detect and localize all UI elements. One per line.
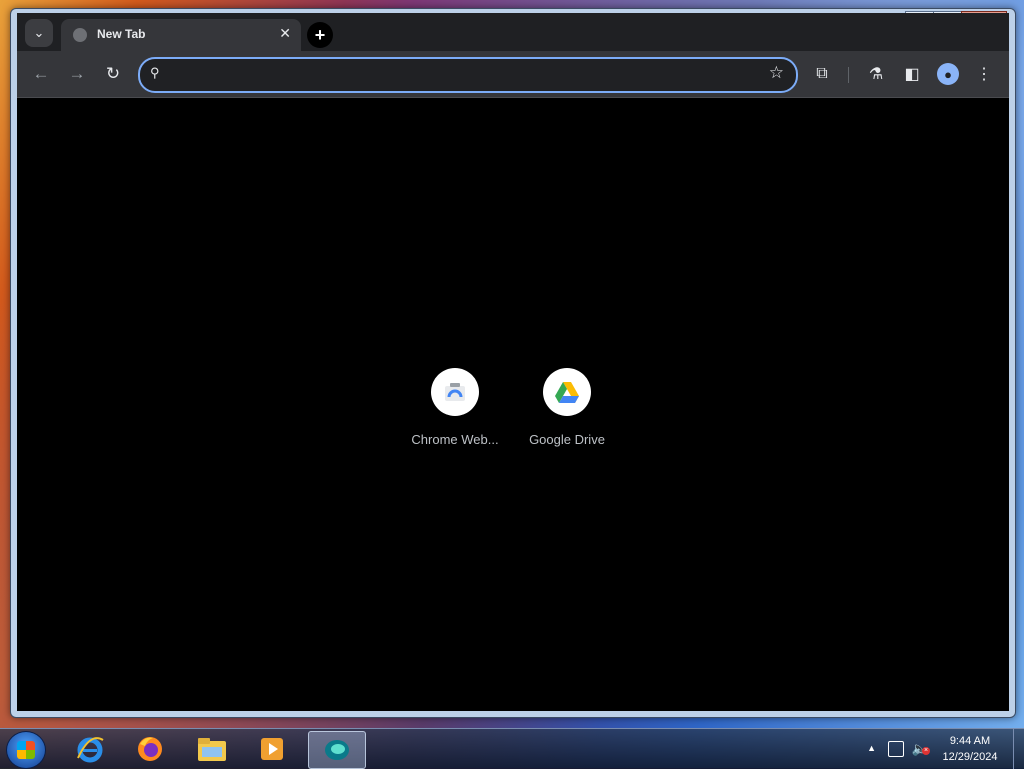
forward-button[interactable]: → [65,62,89,86]
bookmark-star-icon[interactable]: ☆ [769,63,784,83]
taskbar-firefox[interactable] [122,731,178,767]
extensions-icon[interactable]: ⧉ [810,62,834,86]
media-player-icon [261,738,283,760]
network-icon[interactable] [888,741,904,757]
plus-icon: + [314,24,326,45]
reload-icon: ↻ [105,64,121,83]
taskbar-file-explorer[interactable] [184,731,240,767]
globe-icon [73,28,87,42]
profile-button[interactable]: ● [936,62,960,86]
browser-toolbar: ← → ↻ ⚲ ☆ ⧉ ⚗ ◧ ● ⋮ [17,51,1009,98]
address-bar[interactable]: ⚲ ☆ [138,57,798,93]
new-tab-button[interactable]: + [307,22,333,48]
internet-explorer-icon [77,737,104,763]
kebab-menu-icon: ⋮ [976,66,992,83]
reload-button[interactable]: ↻ [101,62,125,86]
clock-time: 9:44 AM [949,735,991,747]
back-button[interactable]: ← [29,62,53,86]
chevron-down-icon: ⌄ [33,25,45,40]
arrow-left-icon: ← [32,64,50,83]
flask-icon: ⚗ [868,66,884,83]
puzzle-icon: ⧉ [816,65,828,82]
browser-app-icon [325,740,349,760]
toolbar-divider [848,67,849,83]
address-input[interactable] [174,63,758,87]
taskbar-browser-active[interactable] [308,731,366,769]
avatar-icon: ● [937,63,959,85]
labs-icon[interactable]: ⚗ [864,62,888,86]
shortcut-label: Chrome Web... [411,432,499,447]
google-drive-icon [543,368,591,416]
tab-search-button[interactable]: ⌄ [25,19,53,47]
windows-logo-icon [17,741,35,759]
mute-badge-icon: × [922,747,930,755]
shortcut-label: Google Drive [529,432,605,447]
shortcut-google-drive[interactable]: Google Drive [511,368,623,447]
tab-strip: ⌄ New Tab ✕ + [17,13,1009,51]
side-panel-icon[interactable]: ◧ [900,62,924,86]
arrow-right-icon: → [68,64,86,83]
file-explorer-icon [198,738,226,761]
clock[interactable]: 9:44 AM 12/29/2024 [938,733,1002,765]
tab-new-tab[interactable]: New Tab ✕ [61,19,301,51]
shortcut-chrome-web-store[interactable]: Chrome Web... [399,368,511,447]
show-hidden-icons-icon[interactable]: ▲ [867,743,876,753]
menu-button[interactable]: ⋮ [972,62,996,86]
taskbar-media-player[interactable] [244,731,300,767]
tab-title: New Tab [97,27,146,41]
start-button[interactable] [6,731,46,769]
taskbar-internet-explorer[interactable] [62,731,118,767]
search-icon: ⚲ [150,65,160,80]
new-tab-page: Chrome Web... Google Drive [17,98,1009,711]
browser-window: – □ ✕ ⌄ New Tab ✕ + ← → ↻ [10,8,1016,718]
system-tray: ▲ 🔈 × 9:44 AM 12/29/2024 [846,729,1016,769]
firefox-icon [138,737,162,761]
chrome-web-store-icon [431,368,479,416]
taskbar: ▲ 🔈 × 9:44 AM 12/29/2024 [0,728,1024,769]
show-desktop-button[interactable] [1013,729,1024,769]
browser-frame: ⌄ New Tab ✕ + ← → ↻ ⚲ ☆ ⧉ ⚗ ◧ ● ⋮ Chrome… [17,13,1009,711]
clock-date: 12/29/2024 [942,751,998,763]
side-panel-glyph-icon: ◧ [904,66,920,83]
tab-close-icon[interactable]: ✕ [279,25,291,42]
